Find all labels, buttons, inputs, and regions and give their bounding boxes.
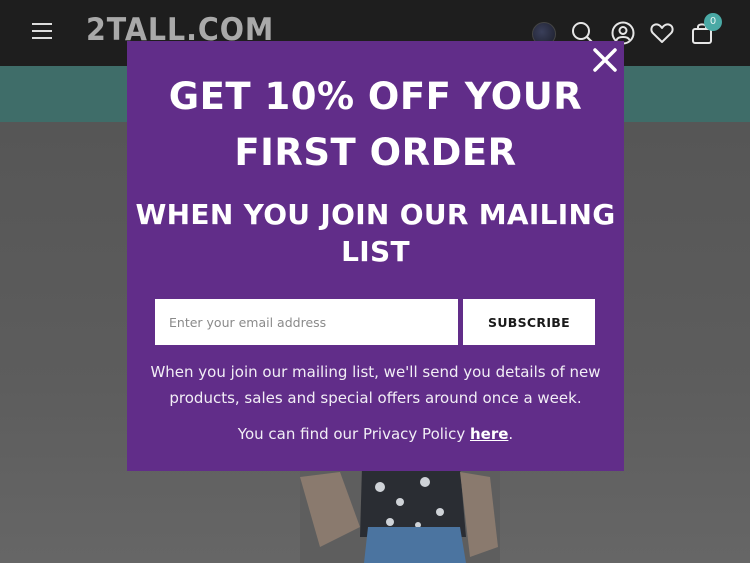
privacy-policy-link[interactable]: here [470,425,508,443]
modal-headline: GET 10% OFF YOUR FIRST ORDER [168,75,583,174]
model-photo [300,467,500,563]
subscribe-button[interactable]: SUBSCRIBE [463,299,595,345]
modal-description: When you join our mailing list, we'll se… [150,363,601,407]
newsletter-modal: GET 10% OFF YOUR FIRST ORDER WHEN YOU JO… [127,41,624,471]
email-field[interactable] [155,299,458,345]
policy-prefix: You can find our Privacy Policy [237,425,470,443]
cart-count-badge: 0 [704,13,722,31]
heart-icon[interactable] [649,20,675,46]
policy-suffix: . [508,425,514,443]
privacy-policy-text: You can find our Privacy Policy here. [127,422,624,446]
menu-icon[interactable] [30,20,54,42]
modal-subheadline: WHEN YOU JOIN OUR MAILING LIST [135,198,616,268]
